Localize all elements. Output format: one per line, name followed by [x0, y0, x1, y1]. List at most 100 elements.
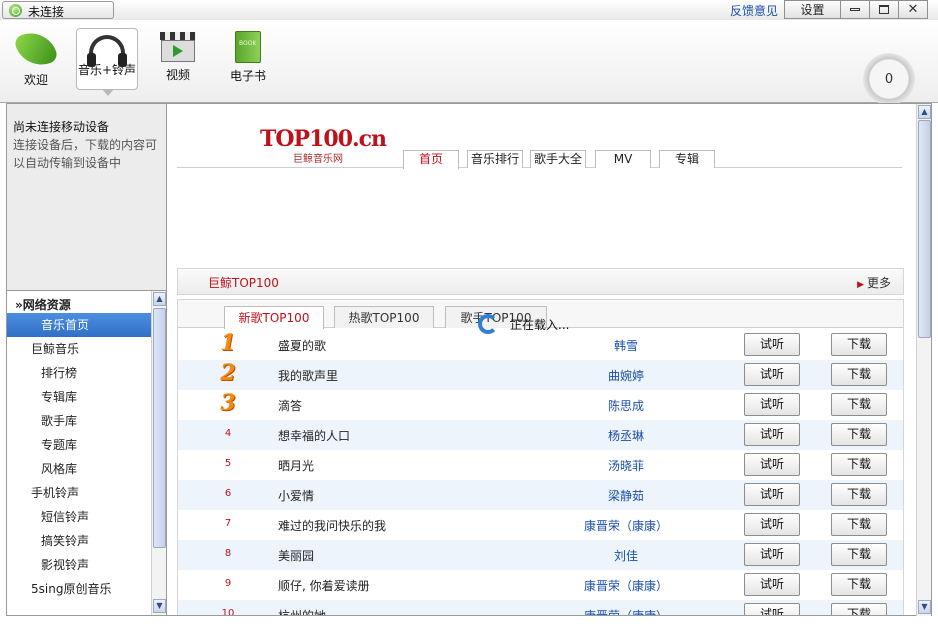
- listen-button[interactable]: 试听: [744, 423, 800, 446]
- content-scrollbar[interactable]: ▲ ▼: [916, 104, 931, 616]
- device-description: 连接设备后，下载的内容可以自动传输到设备中: [13, 138, 158, 170]
- download-button[interactable]: 下载: [831, 363, 887, 386]
- web-content: TOP100.cn 巨鲸音乐网 首页 音乐排行 歌手大全 MV 专辑 巨鲸TOP…: [167, 103, 932, 616]
- singer-name[interactable]: 刘佳: [546, 547, 706, 564]
- singer-name[interactable]: 杨丞琳: [546, 427, 706, 444]
- nav-scrollbar[interactable]: ▲ ▼: [151, 291, 166, 615]
- more-link[interactable]: ▶ 更多: [857, 274, 891, 291]
- listen-button[interactable]: 试听: [744, 513, 800, 536]
- tab-singers[interactable]: 歌手大全: [530, 150, 586, 168]
- download-button[interactable]: 下载: [831, 333, 887, 356]
- nav-5sing[interactable]: 5sing原创音乐: [7, 577, 151, 601]
- device-message: 尚未连接移动设备 连接设备后，下载的内容可以自动传输到设备中: [13, 118, 163, 172]
- ebook-icon: BOOK: [235, 31, 261, 63]
- listen-button[interactable]: 试听: [744, 543, 800, 566]
- song-title[interactable]: 美丽园: [278, 547, 314, 564]
- song-title[interactable]: 顺仔, 你着爱读册: [278, 577, 370, 594]
- tab-new-songs[interactable]: 新歌TOP100: [224, 306, 324, 329]
- download-button[interactable]: 下载: [831, 483, 887, 506]
- singer-name[interactable]: 康晋荣（康康）: [546, 517, 706, 534]
- clapperboard-icon: [160, 32, 196, 40]
- title-bar: 未连接 反馈意见 设置 ✕: [0, 0, 938, 20]
- scroll-up-icon[interactable]: ▲: [153, 292, 166, 306]
- song-title[interactable]: 想幸福的人口: [278, 427, 350, 444]
- download-button[interactable]: 下载: [831, 513, 887, 536]
- tab-album[interactable]: 专辑: [659, 150, 715, 168]
- nav-music-home[interactable]: 音乐首页: [7, 313, 151, 337]
- scroll-thumb[interactable]: [153, 308, 166, 548]
- song-title[interactable]: 杭州的她: [278, 607, 326, 615]
- listen-button[interactable]: 试听: [744, 363, 800, 386]
- nav-charts[interactable]: 排行榜: [7, 361, 151, 385]
- singer-name[interactable]: 曲婉婷: [546, 367, 706, 384]
- logo-text: TOP100.cn: [260, 126, 387, 152]
- singer-name[interactable]: 陈思成: [546, 397, 706, 414]
- toolbar-ebook[interactable]: BOOK 电子书: [218, 28, 278, 90]
- tab-music-rank[interactable]: 音乐排行: [467, 150, 523, 168]
- nav-funny-ringtones[interactable]: 搞笑铃声: [7, 529, 151, 553]
- settings-button[interactable]: 设置: [784, 0, 841, 19]
- table-row: 5 晒月光 汤晓菲 试听 下载: [178, 450, 903, 480]
- song-title[interactable]: 我的歌声里: [278, 367, 338, 384]
- rank-number: 6: [224, 488, 232, 499]
- listen-button[interactable]: 试听: [744, 393, 800, 416]
- song-title[interactable]: 晒月光: [278, 457, 314, 474]
- singer-name[interactable]: 康晋荣（康康）: [546, 577, 706, 594]
- tab-home[interactable]: 首页: [403, 150, 459, 169]
- download-button[interactable]: 下载: [831, 423, 887, 446]
- tab-hot-songs[interactable]: 热歌TOP100: [334, 306, 434, 328]
- download-button[interactable]: 下载: [831, 603, 887, 615]
- tab-mv[interactable]: MV: [595, 150, 651, 168]
- download-button[interactable]: 下载: [831, 573, 887, 596]
- feedback-link[interactable]: 反馈意见: [730, 2, 778, 19]
- nav-film-ringtones[interactable]: 影视铃声: [7, 553, 151, 577]
- minimize-icon: [850, 8, 860, 11]
- toolbar-video[interactable]: 视频: [148, 28, 208, 90]
- song-title[interactable]: 盛夏的歌: [278, 337, 326, 354]
- download-button[interactable]: 下载: [831, 393, 887, 416]
- download-button[interactable]: 下载: [831, 543, 887, 566]
- scroll-thumb[interactable]: [918, 120, 931, 338]
- song-title[interactable]: 滴答: [278, 397, 302, 414]
- rank-number: 9: [224, 578, 232, 589]
- listen-button[interactable]: 试听: [744, 453, 800, 476]
- scroll-down-icon[interactable]: ▼: [918, 600, 931, 614]
- close-button[interactable]: ✕: [898, 0, 928, 19]
- table-row: 1 盛夏的歌 韩雪 试听 下载: [178, 330, 903, 360]
- toolbar-music-ringtone[interactable]: 音乐+铃声: [76, 28, 138, 96]
- listen-button[interactable]: 试听: [744, 573, 800, 596]
- device-title: 尚未连接移动设备: [13, 120, 110, 134]
- nav-more[interactable]: …: [7, 601, 151, 615]
- singer-name[interactable]: 梁静茹: [546, 487, 706, 504]
- nav-jujing-music[interactable]: 巨鲸音乐: [7, 337, 151, 361]
- device-counter-badge[interactable]: 0: [863, 53, 915, 105]
- singer-name[interactable]: 汤晓菲: [546, 457, 706, 474]
- scroll-down-icon[interactable]: ▼: [153, 599, 166, 613]
- nav-ringtones[interactable]: 手机铃声: [7, 481, 151, 505]
- chevron-right-icon: ▶: [857, 280, 864, 290]
- nav-topics[interactable]: 专题库: [7, 433, 151, 457]
- listen-button[interactable]: 试听: [744, 603, 800, 615]
- more-label: 更多: [866, 276, 891, 290]
- nav-sms-ringtones[interactable]: 短信铃声: [7, 505, 151, 529]
- song-title[interactable]: 小爱情: [278, 487, 314, 504]
- rank-number: 8: [224, 548, 232, 559]
- top100-logo[interactable]: TOP100.cn 巨鲸音乐网: [260, 126, 387, 166]
- listen-button[interactable]: 试听: [744, 483, 800, 506]
- singer-name[interactable]: 康晋荣（康康）: [546, 607, 706, 615]
- download-button[interactable]: 下载: [831, 453, 887, 476]
- maximize-button[interactable]: [869, 0, 899, 19]
- toolbar-welcome[interactable]: 欢迎: [6, 25, 66, 90]
- minimize-button[interactable]: [840, 0, 870, 19]
- nav-styles[interactable]: 风格库: [7, 457, 151, 481]
- listen-button[interactable]: 试听: [744, 333, 800, 356]
- list-tab-bar: 新歌TOP100 热歌TOP100 歌手TOP100 正在载入...: [178, 300, 903, 334]
- nav-singers[interactable]: 歌手库: [7, 409, 151, 433]
- scroll-up-icon[interactable]: ▲: [918, 105, 931, 119]
- song-title[interactable]: 难过的我问快乐的我: [278, 517, 386, 534]
- connection-status-tab[interactable]: 未连接: [2, 1, 114, 19]
- close-icon: ✕: [907, 2, 919, 17]
- singer-name[interactable]: 韩雪: [546, 337, 706, 354]
- logo-subtitle: 巨鲸音乐网: [293, 154, 343, 165]
- nav-albums[interactable]: 专辑库: [7, 385, 151, 409]
